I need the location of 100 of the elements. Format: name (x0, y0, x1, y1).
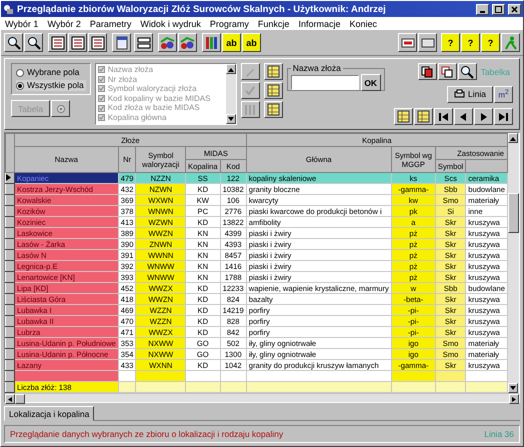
copy-button[interactable] (438, 63, 457, 80)
check-button[interactable] (240, 82, 260, 99)
row-selector[interactable] (6, 282, 14, 294)
grid-button[interactable] (414, 108, 433, 125)
radio-button[interactable] (16, 82, 24, 90)
help-button[interactable]: ? (441, 33, 460, 52)
row-selector[interactable] (6, 172, 14, 184)
line-button[interactable]: Linia (447, 86, 493, 102)
app-icon (3, 4, 14, 14)
row-selector[interactable] (6, 360, 14, 370)
last-button[interactable] (494, 108, 513, 125)
table-view-button[interactable] (264, 82, 283, 99)
list-icon (50, 36, 64, 50)
color-bars-button[interactable] (202, 33, 221, 52)
row-selector[interactable] (6, 238, 14, 250)
list-button[interactable] (48, 33, 67, 52)
row-selector[interactable] (6, 260, 14, 272)
list-button[interactable] (68, 33, 87, 52)
close-button[interactable] (508, 4, 521, 14)
search-label: Nazwa złoża (292, 63, 342, 73)
row-selector[interactable] (6, 304, 14, 316)
area-button[interactable]: m$^{2}$ (494, 86, 513, 102)
edit-button[interactable] (240, 63, 260, 80)
menu-item[interactable]: Informacje (298, 18, 340, 28)
help-button[interactable]: ? (461, 33, 480, 52)
ok-button[interactable]: OK (360, 74, 381, 91)
name-field[interactable] (290, 75, 359, 90)
checkmark-icon (244, 84, 256, 96)
form-button[interactable] (398, 33, 417, 52)
menu-item[interactable]: Koniec (349, 18, 377, 28)
chart-button[interactable] (178, 33, 197, 52)
scroll-thumb[interactable] (508, 193, 519, 233)
status-message: Przeglądanie danych wybranych ze zbioru o lokalizacji i rodzaju kopaliny (10, 429, 284, 439)
radio-option[interactable]: Wybrane pola (16, 67, 86, 78)
window-button[interactable] (112, 33, 131, 52)
maximize-button[interactable] (492, 4, 505, 14)
menu-item[interactable]: Widok i wydruk (140, 18, 201, 28)
row-selector[interactable] (6, 250, 14, 260)
minimize-button[interactable] (476, 4, 489, 14)
columns-button[interactable] (240, 101, 260, 118)
list-button[interactable] (88, 33, 107, 52)
row-selector[interactable] (6, 216, 14, 228)
columns-icon (244, 104, 256, 116)
menu-item[interactable]: Wybór 2 (47, 18, 81, 28)
exit-button[interactable] (501, 33, 520, 52)
first-button[interactable] (434, 108, 453, 125)
copy-icon (441, 66, 454, 78)
menu-item[interactable]: Funkcje (258, 18, 290, 28)
zoom-button[interactable] (24, 33, 43, 52)
documents-icon (421, 66, 434, 78)
scroll-thumb[interactable] (15, 394, 25, 404)
table-view-button[interactable] (264, 101, 283, 118)
window-icon (420, 38, 434, 48)
menu-item[interactable]: Programy (210, 18, 249, 28)
up-arrow-icon (228, 66, 234, 72)
first-icon (439, 112, 448, 120)
zoom-button[interactable] (4, 33, 23, 52)
stack-button[interactable] (134, 33, 153, 52)
text-button[interactable]: ab (242, 33, 261, 52)
row-selector[interactable] (6, 370, 14, 382)
grid-button[interactable] (394, 108, 413, 125)
row-selector[interactable] (6, 326, 14, 338)
window-icon (116, 36, 128, 50)
line-number: Linia 36 (484, 429, 514, 439)
menu-item[interactable]: Wybór 1 (5, 18, 38, 28)
row-selector[interactable] (6, 184, 14, 194)
table-icon (266, 84, 280, 97)
radio-button[interactable] (16, 68, 24, 76)
list-icon (90, 36, 104, 50)
settings-button[interactable] (51, 100, 70, 117)
maximize-icon (495, 6, 502, 12)
radio-option[interactable]: Wszystkie pola (16, 80, 86, 91)
copy-button[interactable] (418, 63, 437, 80)
row-selector[interactable] (6, 294, 14, 304)
chart-icon (180, 36, 195, 50)
row-selector[interactable] (6, 382, 14, 392)
window-button[interactable] (418, 33, 437, 52)
next-button[interactable] (474, 108, 493, 125)
row-selector[interactable] (6, 348, 14, 360)
previous-button[interactable] (454, 108, 473, 125)
left-arrow-icon (7, 396, 13, 402)
stack-icon (136, 36, 150, 48)
row-selector[interactable] (6, 194, 14, 206)
text-button[interactable]: ab (222, 33, 241, 52)
last-icon (499, 112, 508, 120)
color-bars-icon (204, 36, 218, 50)
help-button[interactable]: ? (481, 33, 500, 52)
menu-item[interactable]: Parametry (90, 18, 132, 28)
row-selector[interactable] (6, 206, 14, 216)
down-arrow-icon (510, 386, 516, 390)
row-selector[interactable] (6, 272, 14, 282)
row-selector[interactable] (6, 228, 14, 238)
row-selector[interactable] (6, 338, 14, 348)
chart-button[interactable] (158, 33, 177, 52)
table-view-button[interactable] (264, 63, 283, 80)
row-selector[interactable] (6, 316, 14, 326)
current-row-icon (6, 174, 11, 180)
tab[interactable]: Lokalizacja i kopalina (4, 406, 94, 421)
magnifier-icon (26, 36, 40, 50)
search-button[interactable] (458, 63, 477, 80)
